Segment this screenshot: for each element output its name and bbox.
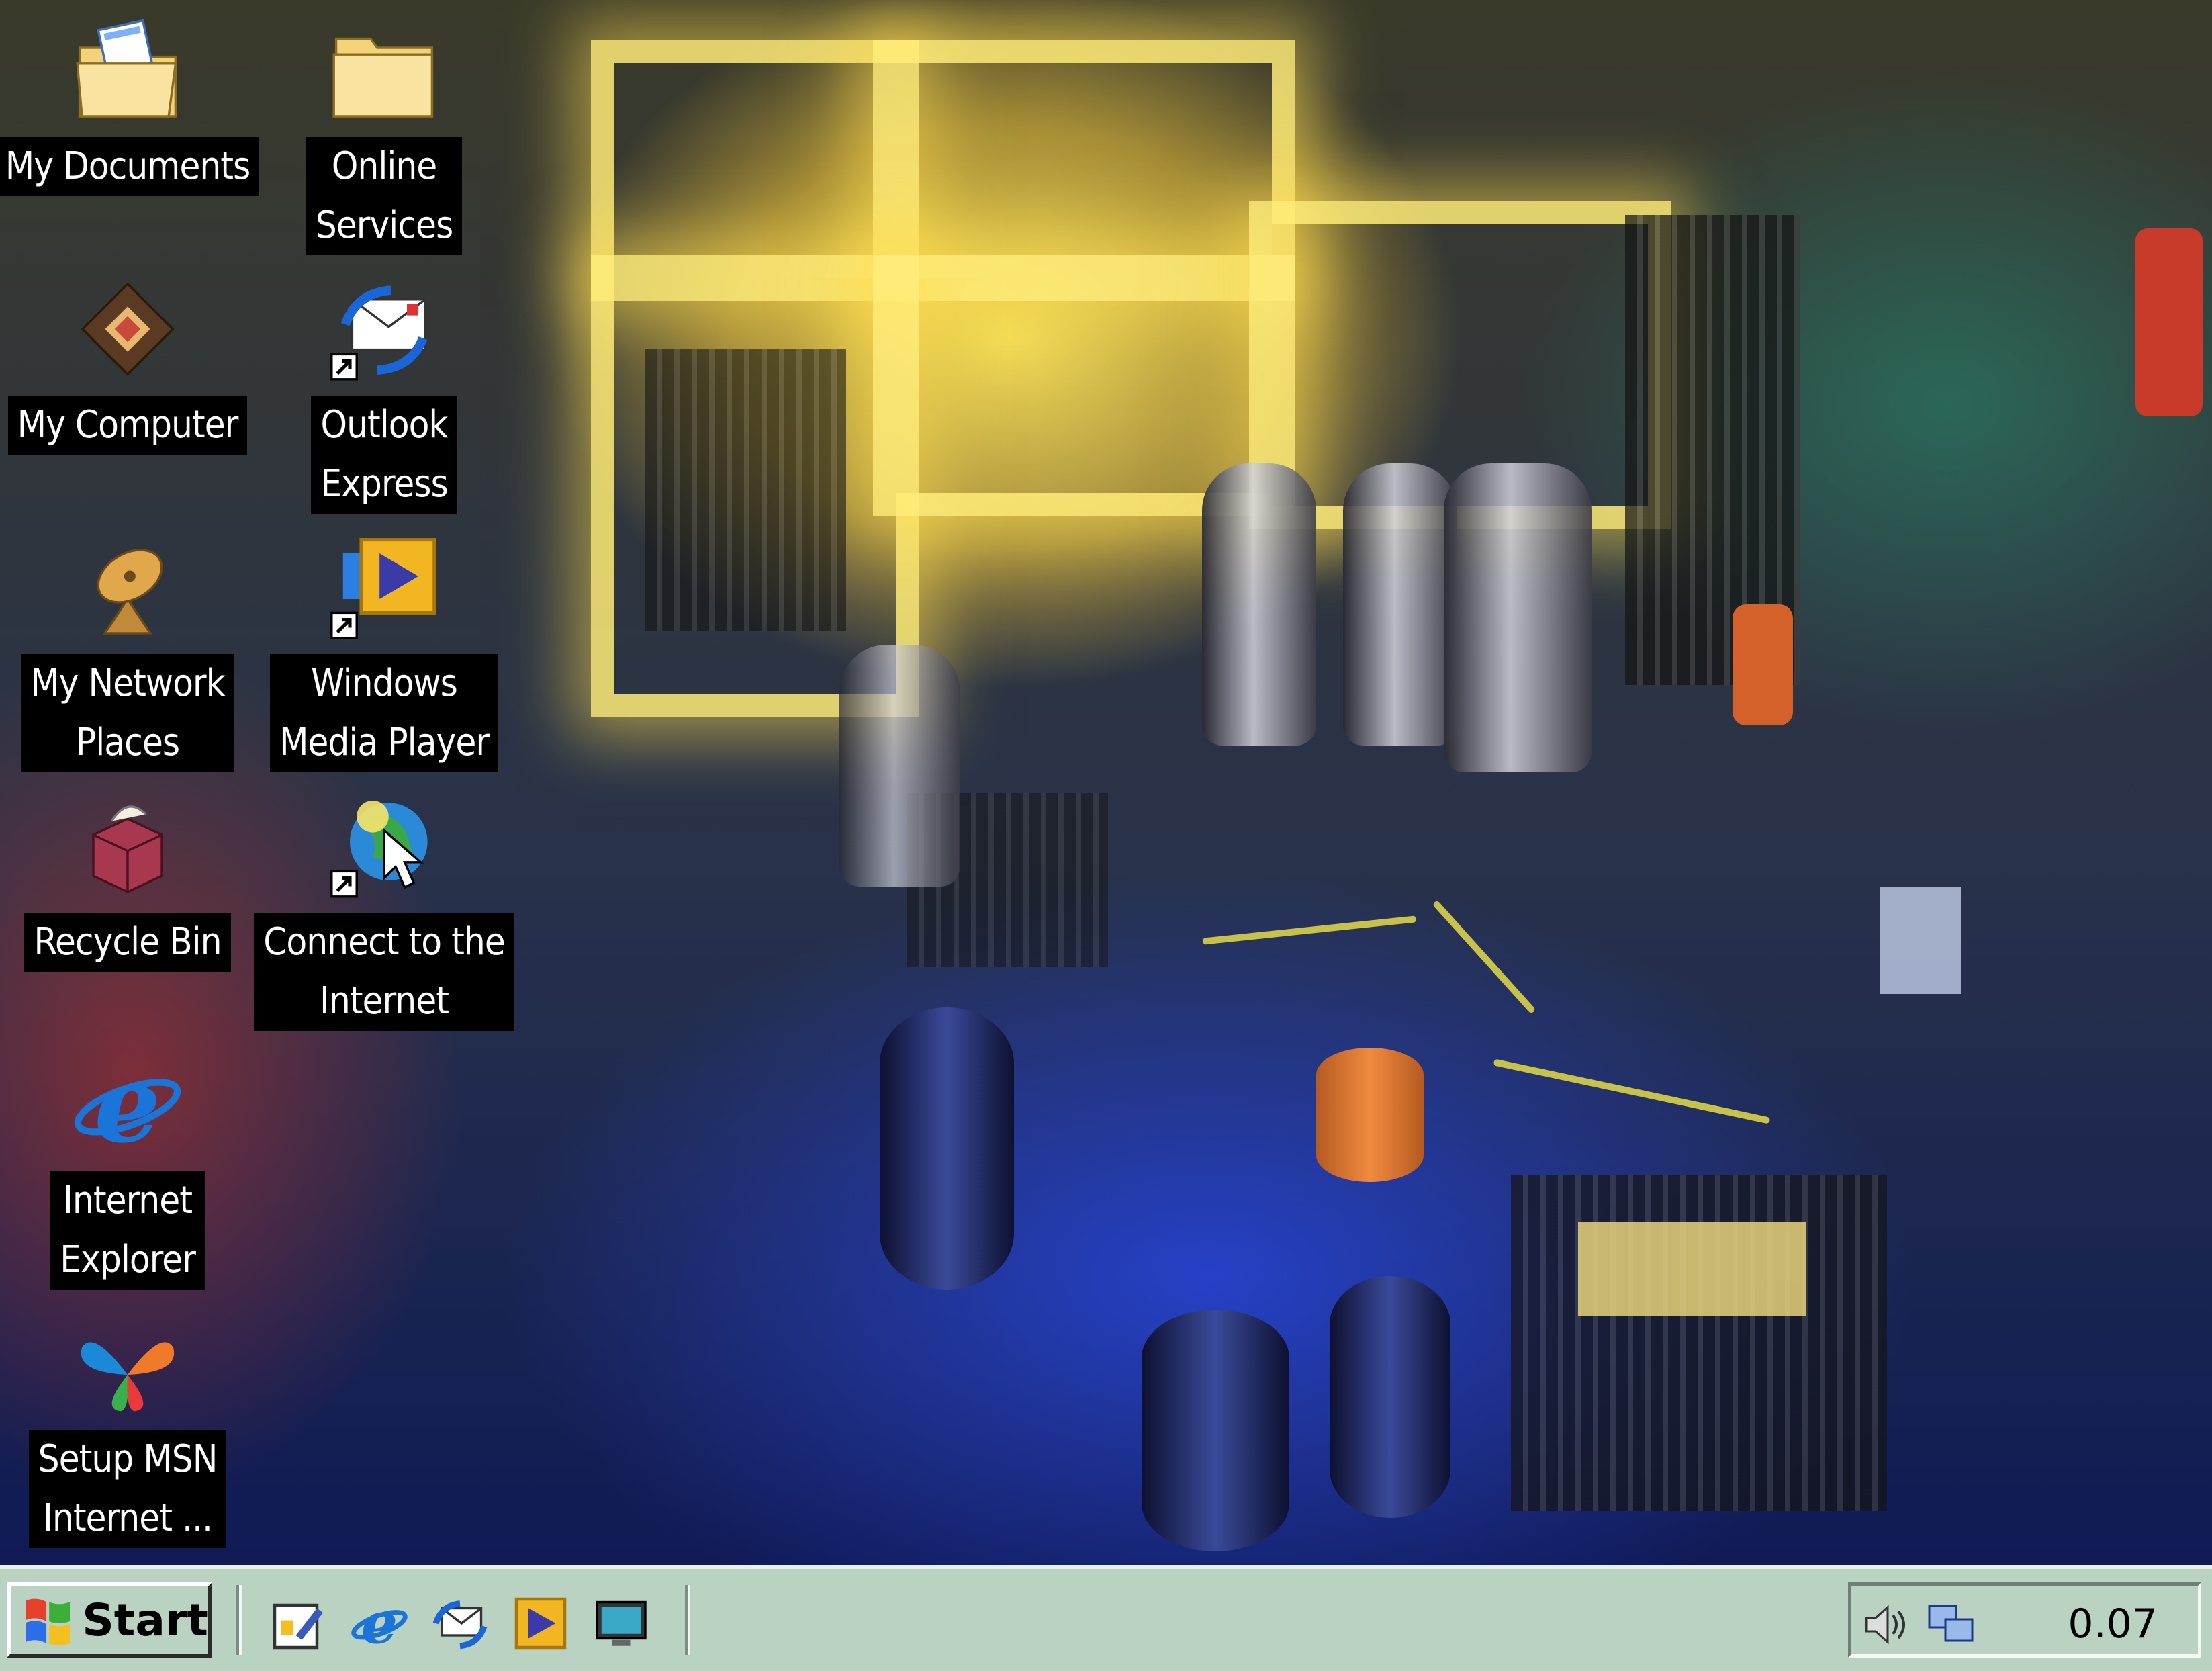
desktop-icon-windows-media-player[interactable]: Windows Media Player	[250, 531, 518, 772]
windows-flag-icon	[26, 1598, 71, 1646]
desktop-icon-my-documents[interactable]: My Documents	[0, 13, 262, 196]
svg-text:e: e	[94, 1048, 161, 1162]
quick-launch-show-desktop[interactable]	[269, 1593, 329, 1654]
taskbar: Start e 0.07	[0, 1565, 2212, 1671]
quick-launch-outlook-express[interactable]	[430, 1593, 490, 1654]
desktop-icon-recycle-bin[interactable]: Recycle Bin	[0, 789, 262, 972]
quick-launch-windows-media-player[interactable]	[510, 1593, 571, 1654]
desktop-icon-label: Online Services	[306, 137, 463, 255]
desktop-icon-internet-explorer[interactable]: e Internet Explorer	[0, 1048, 262, 1290]
show-desktop-icon	[273, 1603, 323, 1650]
desktop-icon-online-services[interactable]: Online Services	[250, 13, 518, 255]
tray-network[interactable]	[1924, 1598, 1978, 1652]
quick-launch-desktop[interactable]	[591, 1593, 651, 1654]
start-label: Start	[82, 1594, 208, 1646]
my-documents-icon	[76, 19, 177, 118]
desktop-icon-label: Internet Explorer	[50, 1171, 205, 1290]
desktop-icon-label: Windows Media Player	[269, 654, 499, 772]
system-tray: 0.07	[1848, 1582, 2201, 1658]
desktop-icon-label: Setup MSN Internet ...	[28, 1430, 227, 1548]
tray-clock[interactable]: 0.07	[2068, 1600, 2158, 1647]
taskbar-separator	[685, 1585, 690, 1655]
start-button[interactable]: Start	[7, 1582, 212, 1658]
internet-explorer-icon: e	[351, 1590, 408, 1657]
desktop-icon-setup-msn-internet[interactable]: Setup MSN Internet ...	[0, 1306, 262, 1548]
media-player-icon	[514, 1597, 567, 1650]
quick-launch-internet-explorer[interactable]: e	[349, 1590, 410, 1657]
recycle-bin-icon	[92, 805, 163, 893]
desktop-icon-label: Outlook Express	[311, 396, 457, 514]
desktop-icon-connect-to-the-internet[interactable]: Connect to the Internet	[250, 789, 518, 1031]
taskbar-separator	[236, 1585, 242, 1655]
desktop-icon-label: Connect to the Internet	[254, 913, 514, 1031]
desktop-icon-label: My Computer	[7, 396, 248, 455]
desktop-icon-outlook-express[interactable]: Outlook Express	[250, 272, 518, 514]
outlook-express-icon	[330, 285, 428, 381]
desktop-icon-label: Recycle Bin	[24, 913, 231, 972]
my-computer-icon	[81, 282, 175, 376]
internet-explorer-icon: e	[74, 1048, 181, 1162]
tray-volume[interactable]	[1858, 1598, 1912, 1652]
network-places-icon	[97, 549, 163, 635]
desktop-monitor-icon	[596, 1600, 647, 1646]
outlook-express-icon	[432, 1600, 488, 1650]
network-connection-icon	[1928, 1605, 1974, 1642]
speaker-icon	[1865, 1605, 1905, 1645]
svg-text:e: e	[361, 1593, 398, 1654]
desktop-icon-my-computer[interactable]: My Computer	[0, 272, 262, 455]
desktop-icon-label: My Documents	[0, 137, 260, 196]
media-player-icon	[330, 538, 436, 639]
msn-butterfly-icon	[81, 1342, 175, 1412]
desktop-icon-label: My Network Places	[21, 654, 234, 772]
folder-icon	[332, 37, 434, 118]
desktop-icon-my-network-places[interactable]: My Network Places	[0, 531, 262, 772]
connect-internet-icon	[330, 801, 428, 898]
